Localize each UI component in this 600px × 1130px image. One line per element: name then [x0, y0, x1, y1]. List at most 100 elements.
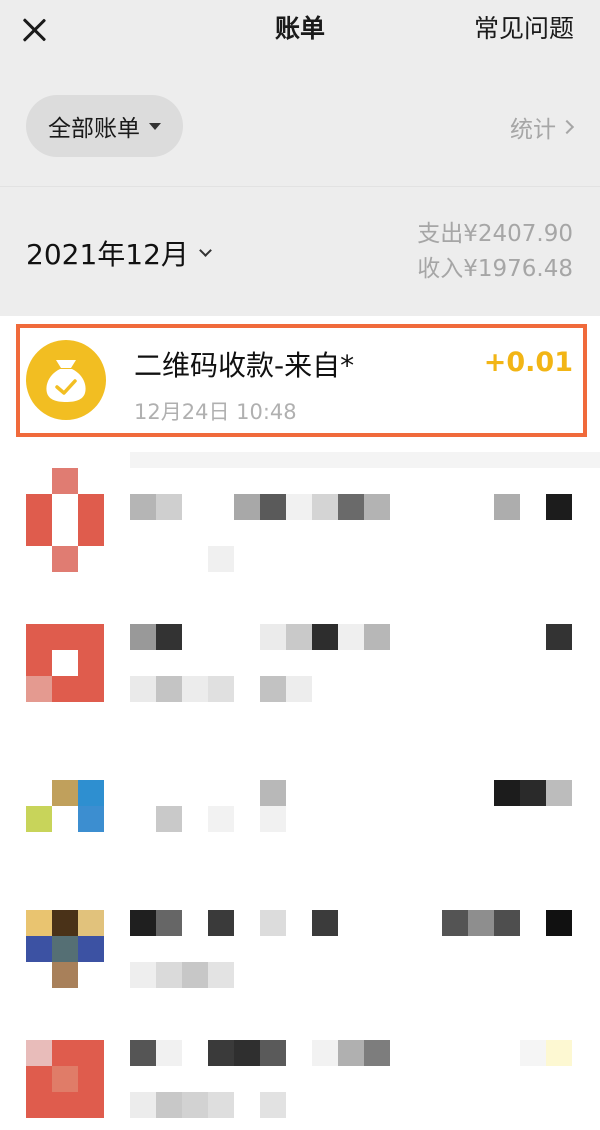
- redacted-text: [130, 676, 156, 702]
- redacted-transaction-row[interactable]: [0, 598, 600, 728]
- redacted-text: [130, 910, 156, 936]
- redacted-text: [312, 624, 338, 650]
- bill-filter-dropdown[interactable]: 全部账单: [26, 95, 183, 157]
- redacted-text: [156, 962, 182, 988]
- redacted-text: [260, 1092, 286, 1118]
- redacted-text: [546, 1040, 572, 1066]
- transaction-time: 12月24日 10:48: [134, 400, 297, 424]
- top-nav-bar: 账单 常见问题: [0, 0, 600, 66]
- redacted-text: [260, 624, 286, 650]
- redacted-text: [520, 780, 546, 806]
- chevron-down-icon: [199, 243, 212, 257]
- redacted-avatar-part: [78, 936, 104, 962]
- redacted-text: [182, 676, 208, 702]
- bill-filter-label: 全部账单: [48, 116, 140, 142]
- redacted-text: [208, 1040, 234, 1066]
- redacted-text: [442, 910, 468, 936]
- redacted-text: [156, 910, 182, 936]
- redacted-avatar-part: [52, 546, 78, 572]
- month-header: 2021年12月 支出¥2407.90 收入¥1976.48: [0, 187, 600, 316]
- redacted-text: [338, 494, 364, 520]
- redacted-avatar-part: [52, 1066, 78, 1092]
- redacted-text: [208, 1092, 234, 1118]
- chevron-right-icon: [559, 119, 575, 135]
- redacted-text: [130, 624, 156, 650]
- redacted-avatar-part: [52, 962, 78, 988]
- redacted-text: [286, 624, 312, 650]
- redacted-text: [546, 780, 572, 806]
- redacted-text: [156, 1092, 182, 1118]
- redacted-text: [494, 780, 520, 806]
- redacted-avatar-part: [78, 806, 104, 832]
- redacted-avatar-part: [78, 910, 104, 936]
- redacted-transaction-row[interactable]: [0, 754, 600, 884]
- redacted-avatar-part: [26, 676, 52, 702]
- redacted-text: [130, 1092, 156, 1118]
- stats-label: 统计: [510, 117, 556, 143]
- redacted-text: [468, 910, 494, 936]
- close-icon[interactable]: [14, 10, 54, 50]
- stats-link[interactable]: 统计: [510, 110, 575, 144]
- redacted-transaction-row[interactable]: [0, 465, 600, 595]
- month-label: 2021年12月: [26, 238, 189, 271]
- redacted-transaction-row[interactable]: [0, 1014, 600, 1130]
- redacted-text: [338, 624, 364, 650]
- redacted-avatar-part: [52, 1040, 104, 1066]
- redacted-text: [156, 624, 182, 650]
- redacted-text: [130, 1040, 156, 1066]
- redacted-text: [260, 494, 286, 520]
- redacted-text: [520, 1040, 546, 1066]
- month-picker[interactable]: 2021年12月: [26, 233, 212, 273]
- redacted-text: [234, 1040, 260, 1066]
- redacted-text: [286, 676, 312, 702]
- transaction-row[interactable]: 二维码收款-来自* 12月24日 10:48 +0.01: [16, 324, 587, 437]
- redacted-text: [156, 1040, 182, 1066]
- redacted-text: [208, 910, 234, 936]
- redacted-text: [156, 676, 182, 702]
- month-expense: 支出¥2407.90: [417, 221, 573, 247]
- redacted-text: [156, 494, 182, 520]
- redacted-text: [338, 1040, 364, 1066]
- redacted-text: [208, 676, 234, 702]
- transaction-amount: +0.01: [483, 347, 573, 378]
- redacted-text: [260, 806, 286, 832]
- redacted-text: [182, 1092, 208, 1118]
- transaction-title: 二维码收款-来自*: [134, 349, 355, 382]
- redacted-text: [260, 676, 286, 702]
- faq-link[interactable]: 常见问题: [474, 0, 574, 58]
- redacted-avatar-part: [52, 910, 78, 936]
- redacted-transaction-row[interactable]: [0, 884, 600, 1014]
- redacted-text: [312, 910, 338, 936]
- redacted-text: [130, 962, 156, 988]
- redacted-text: [312, 1040, 338, 1066]
- redacted-text: [286, 494, 312, 520]
- redacted-text: [364, 494, 390, 520]
- redacted-text: [494, 494, 520, 520]
- redacted-text: [208, 546, 234, 572]
- redacted-text: [130, 494, 156, 520]
- redacted-text: [208, 962, 234, 988]
- redacted-avatar: [52, 468, 78, 494]
- redacted-text: [156, 806, 182, 832]
- money-bag-icon: [26, 340, 106, 420]
- redacted-avatar-part: [52, 936, 78, 962]
- redacted-text: [494, 910, 520, 936]
- redacted-text: [364, 624, 390, 650]
- redacted-avatar-part: [26, 494, 52, 546]
- redacted-text: [260, 780, 286, 806]
- redacted-text: [364, 1040, 390, 1066]
- month-summary: 支出¥2407.90 收入¥1976.48: [417, 217, 573, 287]
- redacted-text: [260, 1040, 286, 1066]
- caret-down-icon: [149, 122, 161, 130]
- redacted-text: [312, 494, 338, 520]
- redacted-avatar: [26, 910, 52, 936]
- redacted-avatar-part: [52, 650, 78, 676]
- redacted-text: [182, 962, 208, 988]
- redacted-text: [208, 806, 234, 832]
- redacted-avatar-part: [26, 806, 52, 832]
- redacted-avatar-part: [78, 494, 104, 546]
- redacted-text: [546, 494, 572, 520]
- redacted-text: [546, 624, 572, 650]
- redacted-text: [260, 910, 286, 936]
- redacted-avatar-part: [78, 780, 104, 806]
